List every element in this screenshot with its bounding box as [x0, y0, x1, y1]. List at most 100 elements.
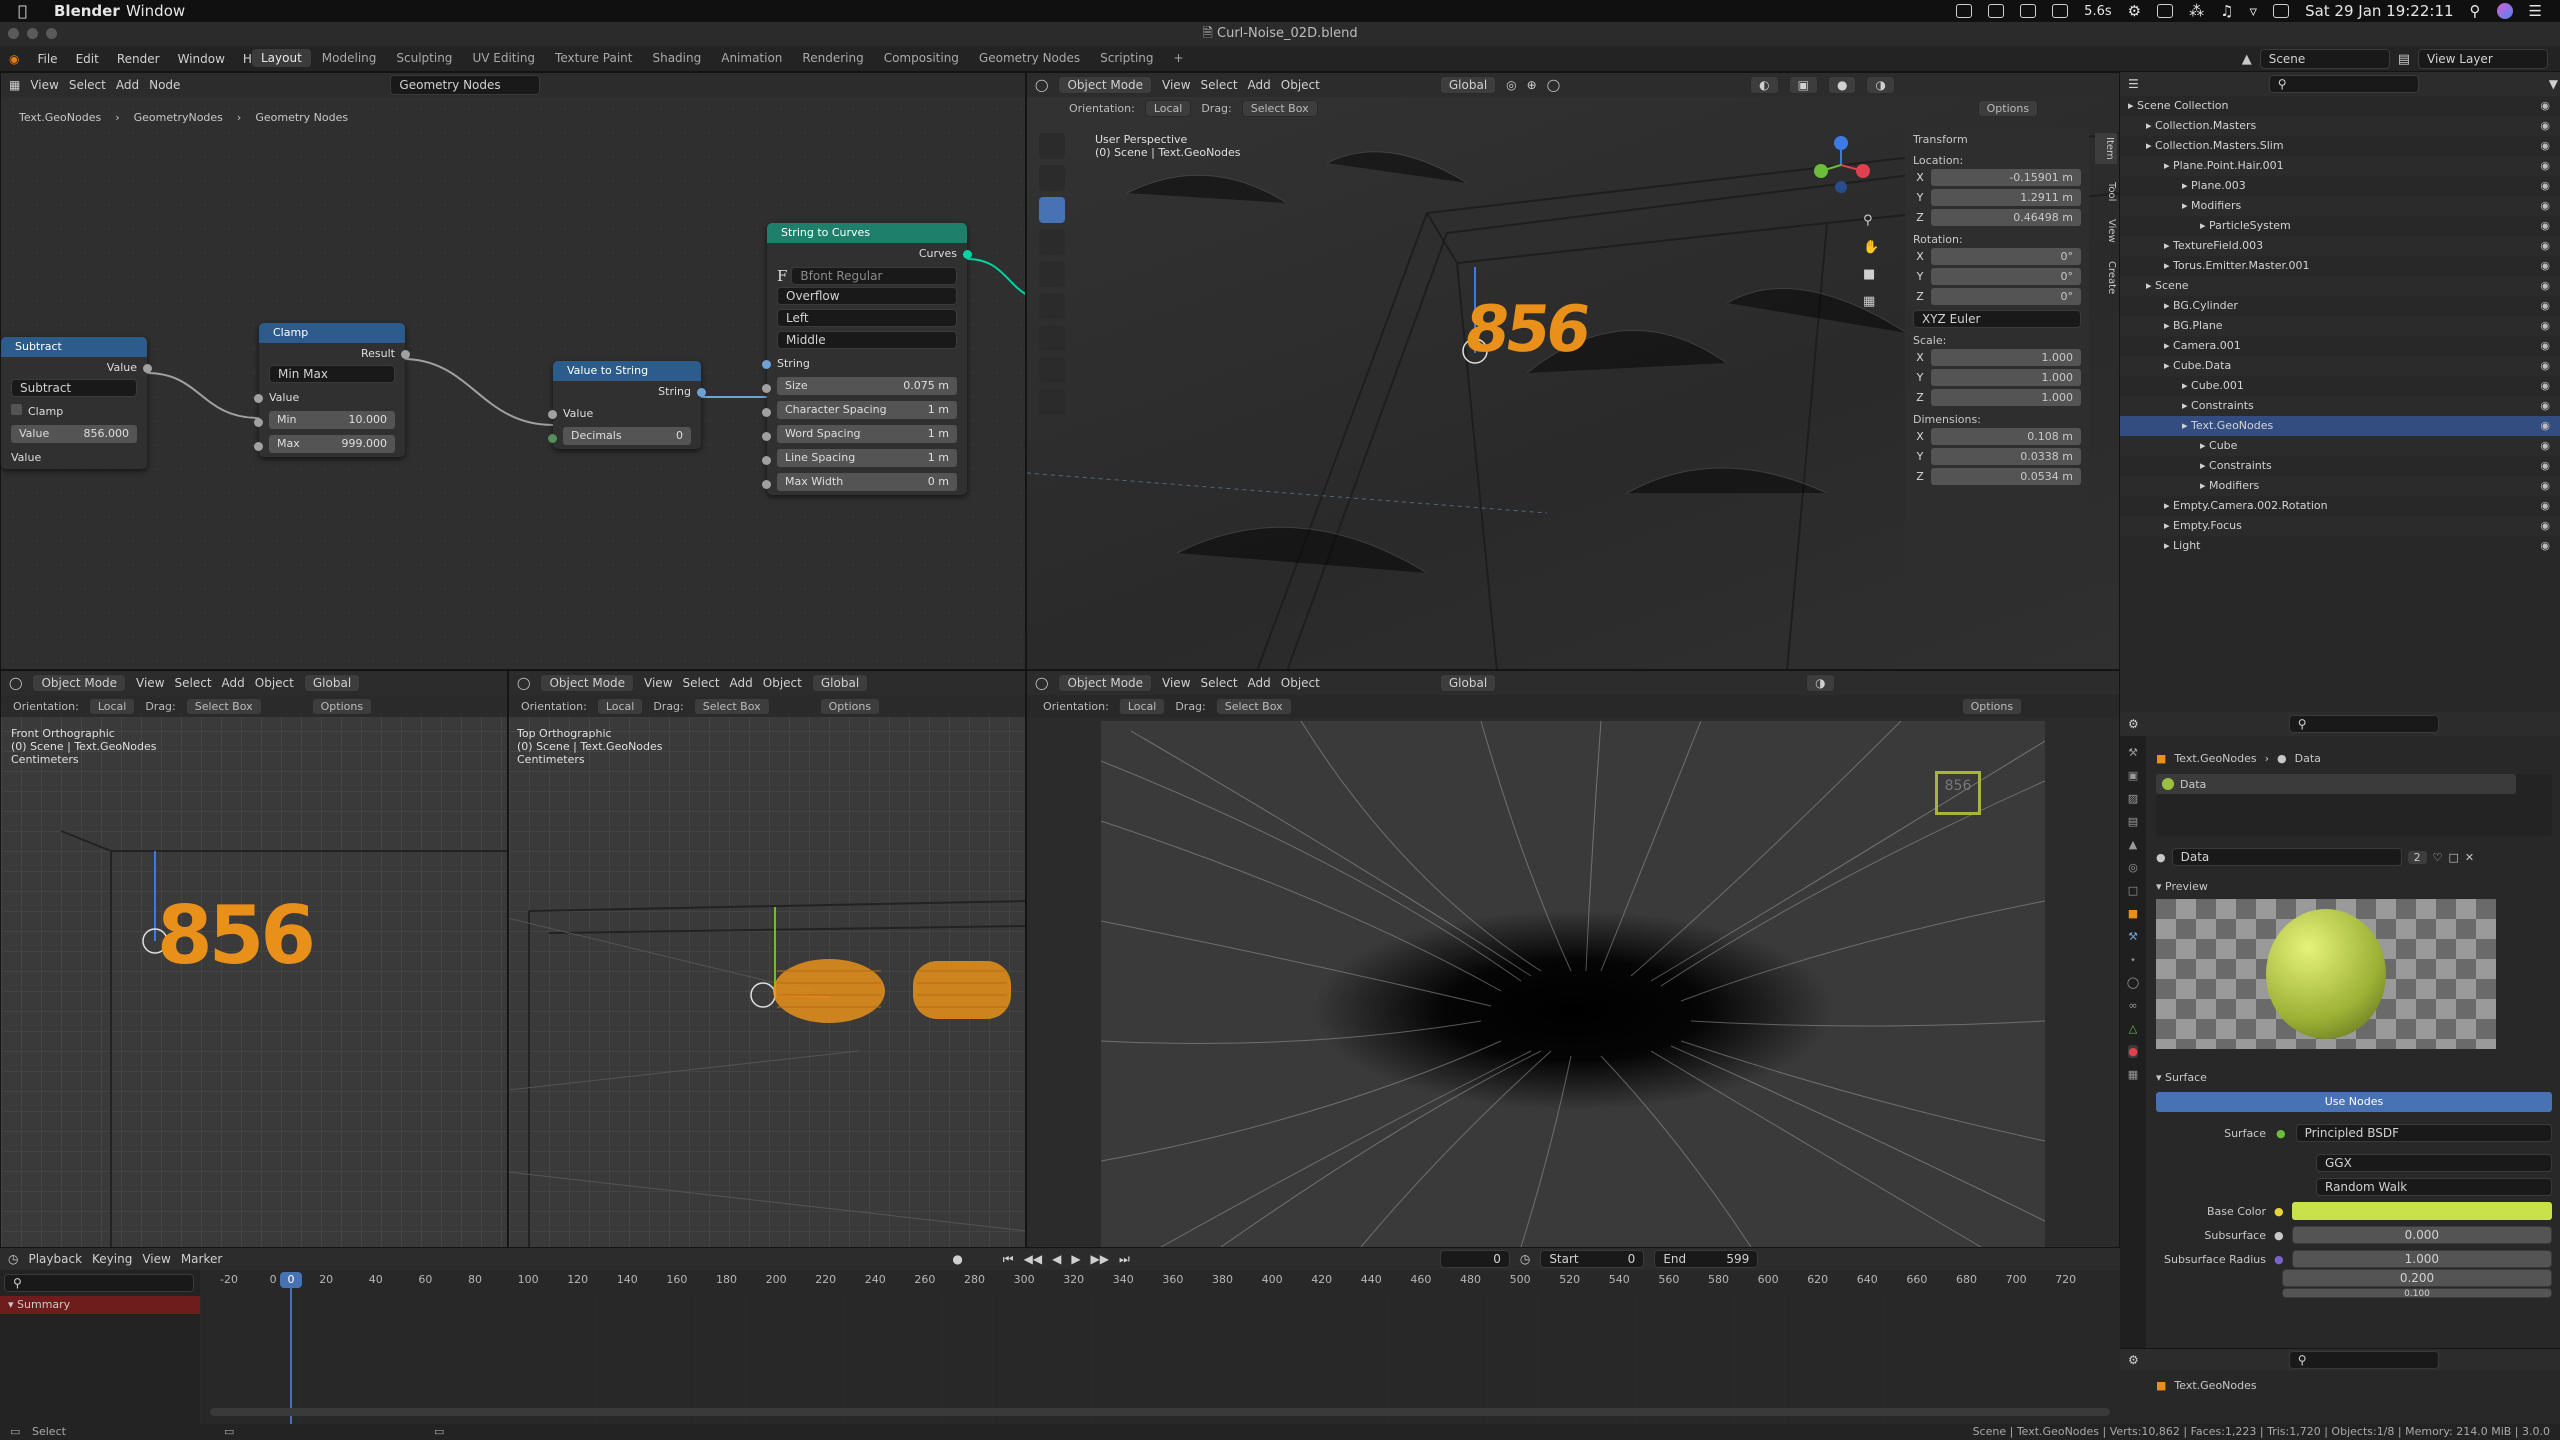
dimension-y[interactable]: Y 0.0338 m — [1913, 447, 2081, 466]
tab-tool[interactable]: Tool — [2095, 182, 2117, 201]
duplicate-icon[interactable]: □ — [2448, 851, 2458, 864]
rotation-mode-dropdown[interactable]: XYZ Euler — [1913, 310, 2081, 328]
scene-selector[interactable]: Scene — [2259, 49, 2390, 69]
snap-icon[interactable]: ⊕ — [1527, 78, 1537, 92]
visibility-eye-icon[interactable]: ◉ — [2540, 496, 2550, 516]
annotate-tool[interactable] — [1039, 325, 1065, 351]
search-icon[interactable]: ⚲ — [2470, 2, 2481, 20]
expand-arrow-icon[interactable]: ▸ — [2120, 459, 2209, 472]
status-app-icon[interactable] — [2052, 4, 2069, 18]
visibility-eye-icon[interactable]: ◉ — [2540, 416, 2550, 436]
min-field[interactable]: Min 10.000 — [269, 411, 395, 429]
decimals-field[interactable]: Decimals 0 — [563, 427, 691, 445]
expand-arrow-icon[interactable]: ▸ — [2120, 339, 2173, 352]
battery-status[interactable]: 5.6s — [2084, 4, 2111, 19]
expand-arrow-icon[interactable]: ▸ — [2120, 319, 2173, 332]
drag-dropdown[interactable]: Select Box — [1215, 697, 1292, 715]
visibility-eye-icon[interactable]: ◉ — [2540, 476, 2550, 496]
menu-playback[interactable]: Playback — [28, 1252, 82, 1266]
output-socket[interactable] — [143, 364, 152, 373]
editor-type-icon[interactable]: ☰ — [2128, 77, 2139, 91]
status-app-icon[interactable] — [1956, 4, 1973, 18]
node-header[interactable]: Value to String — [553, 361, 701, 381]
input-socket[interactable] — [762, 456, 771, 465]
add-cube-tool[interactable] — [1039, 389, 1065, 415]
jump-start-icon[interactable]: ⏮ — [1003, 1252, 1014, 1267]
menu-view[interactable]: View — [1162, 676, 1190, 690]
close-button[interactable] — [8, 28, 19, 39]
horizontal-scrollbar[interactable] — [210, 1408, 2110, 1416]
scene-tab-icon[interactable]: ▲ — [2129, 838, 2137, 851]
measure-tool[interactable] — [1039, 357, 1065, 383]
visibility-eye-icon[interactable]: ◉ — [2540, 376, 2550, 396]
input-socket[interactable] — [762, 384, 771, 393]
font-selector[interactable]: Bfont Regular — [791, 267, 957, 285]
visibility-eye-icon[interactable]: ◉ — [2540, 276, 2550, 296]
visibility-eye-icon[interactable]: ◉ — [2540, 116, 2550, 136]
collection-tab-icon[interactable]: □ — [2128, 884, 2138, 897]
start-frame-field[interactable]: Start 0 — [1540, 1250, 1645, 1268]
material-slots[interactable]: Data — [2156, 774, 2552, 836]
material-tab-icon[interactable]: ● — [2128, 1045, 2138, 1058]
outliner-row[interactable]: ▸ Scene Collection ◉ — [2120, 96, 2560, 116]
select-box-tool[interactable] — [1039, 133, 1065, 159]
input-socket[interactable] — [762, 432, 771, 441]
input-socket[interactable] — [762, 480, 771, 489]
material-name-field[interactable]: Data — [2171, 848, 2402, 866]
expand-arrow-icon[interactable]: ▸ — [2120, 539, 2173, 552]
visibility-eye-icon[interactable]: ◉ — [2540, 196, 2550, 216]
transform-orientation-dropdown[interactable]: Global — [1439, 674, 1497, 692]
outliner-row[interactable]: ▸ Constraints ◉ — [2120, 456, 2560, 476]
preview-panel-header[interactable]: ▾ Preview — [2156, 880, 2552, 893]
drag-dropdown[interactable]: Select Box — [1241, 99, 1318, 117]
shading-solid[interactable]: ● — [1827, 76, 1857, 94]
unlink-icon[interactable]: ✕ — [2465, 851, 2474, 864]
tab-item[interactable]: Item — [2095, 133, 2117, 164]
search-input[interactable]: ⚲ — [2288, 1351, 2439, 1369]
add-workspace-button[interactable]: + — [1165, 49, 1193, 67]
editor-type-icon[interactable]: ◯ — [1035, 78, 1048, 92]
outliner-row[interactable]: ▸ BG.Plane ◉ — [2120, 316, 2560, 336]
visibility-eye-icon[interactable]: ◉ — [2540, 536, 2550, 556]
data-tab-icon[interactable]: △ — [2129, 1022, 2137, 1035]
properties-editor[interactable]: ⚙ ⚲ ⚒ ▣ ▨ ▤ ▲ ◎ □ ■ ⚒ ⋆ ◯ ∞ △ ● ▦ ■ Text… — [2120, 712, 2560, 1418]
apple-icon[interactable]:  — [18, 2, 27, 20]
input-socket[interactable] — [548, 410, 557, 419]
siri-icon[interactable] — [2496, 3, 2513, 19]
node-editor[interactable]: ▦ View Select Add Node Geometry Nodes Te… — [0, 72, 1026, 670]
outliner-row[interactable]: ▸ Empty.Camera.002.Rotation ◉ — [2120, 496, 2560, 516]
outliner-row[interactable]: ▸ Cube.001 ◉ — [2120, 376, 2560, 396]
tab-layout[interactable]: Layout — [252, 49, 311, 67]
zoom-icon[interactable]: ⚲ — [1863, 213, 1879, 228]
menu-file[interactable]: File — [28, 52, 66, 66]
editor-type-icon[interactable]: ⚙ — [2128, 717, 2139, 731]
expand-arrow-icon[interactable]: ▸ — [2120, 419, 2191, 432]
expand-arrow-icon[interactable]: ▸ — [2120, 179, 2191, 192]
current-frame-field[interactable]: 0 — [1439, 1250, 1510, 1268]
orientation-dropdown[interactable]: Local — [1118, 697, 1166, 715]
node-subtract[interactable]: Subtract Value Subtract Clamp Value 856.0… — [1, 337, 152, 469]
surface-shader-field[interactable]: Principled BSDF — [2295, 1124, 2552, 1142]
visibility-eye-icon[interactable]: ◉ — [2540, 356, 2550, 376]
subsurface-radius-z[interactable]: 0.100 — [2282, 1288, 2552, 1298]
subsurface-radius-x[interactable]: 1.000 — [2291, 1250, 2552, 1268]
outliner[interactable]: ☰ ⚲ ▼ ▸ Scene Collection ◉ ▸ Collection.Ma… — [2120, 72, 2560, 712]
base-color-swatch[interactable] — [2291, 1202, 2552, 1220]
pivot-icon[interactable]: ◎ — [1506, 78, 1516, 92]
view-layer-selector[interactable]: View Layer — [2418, 49, 2548, 69]
mode-dropdown[interactable]: Object Mode — [1058, 76, 1153, 94]
tab-view[interactable]: View — [2095, 219, 2117, 243]
expand-arrow-icon[interactable]: ▸ — [2120, 499, 2173, 512]
pan-hand-icon[interactable]: ✋ — [1863, 240, 1879, 255]
modifier-tab-icon[interactable]: ⚒ — [2128, 930, 2138, 943]
dimension-x[interactable]: X 0.108 m — [1913, 427, 2081, 446]
search-input[interactable]: ⚲ — [4, 1274, 194, 1292]
world-tab-icon[interactable]: ◎ — [2128, 861, 2138, 874]
ortho-grid-icon[interactable]: ▦ — [1863, 294, 1879, 309]
wifi-icon[interactable]: ▿ — [2250, 2, 2258, 20]
word-spacing-field[interactable]: Word Spacing 1 m — [777, 425, 957, 443]
next-key-icon[interactable]: ▶▶ — [1091, 1252, 1109, 1266]
outliner-row[interactable]: ▸ Cube ◉ — [2120, 436, 2560, 456]
visibility-eye-icon[interactable]: ◉ — [2540, 336, 2550, 356]
output-tab-icon[interactable]: ▨ — [2128, 792, 2138, 805]
